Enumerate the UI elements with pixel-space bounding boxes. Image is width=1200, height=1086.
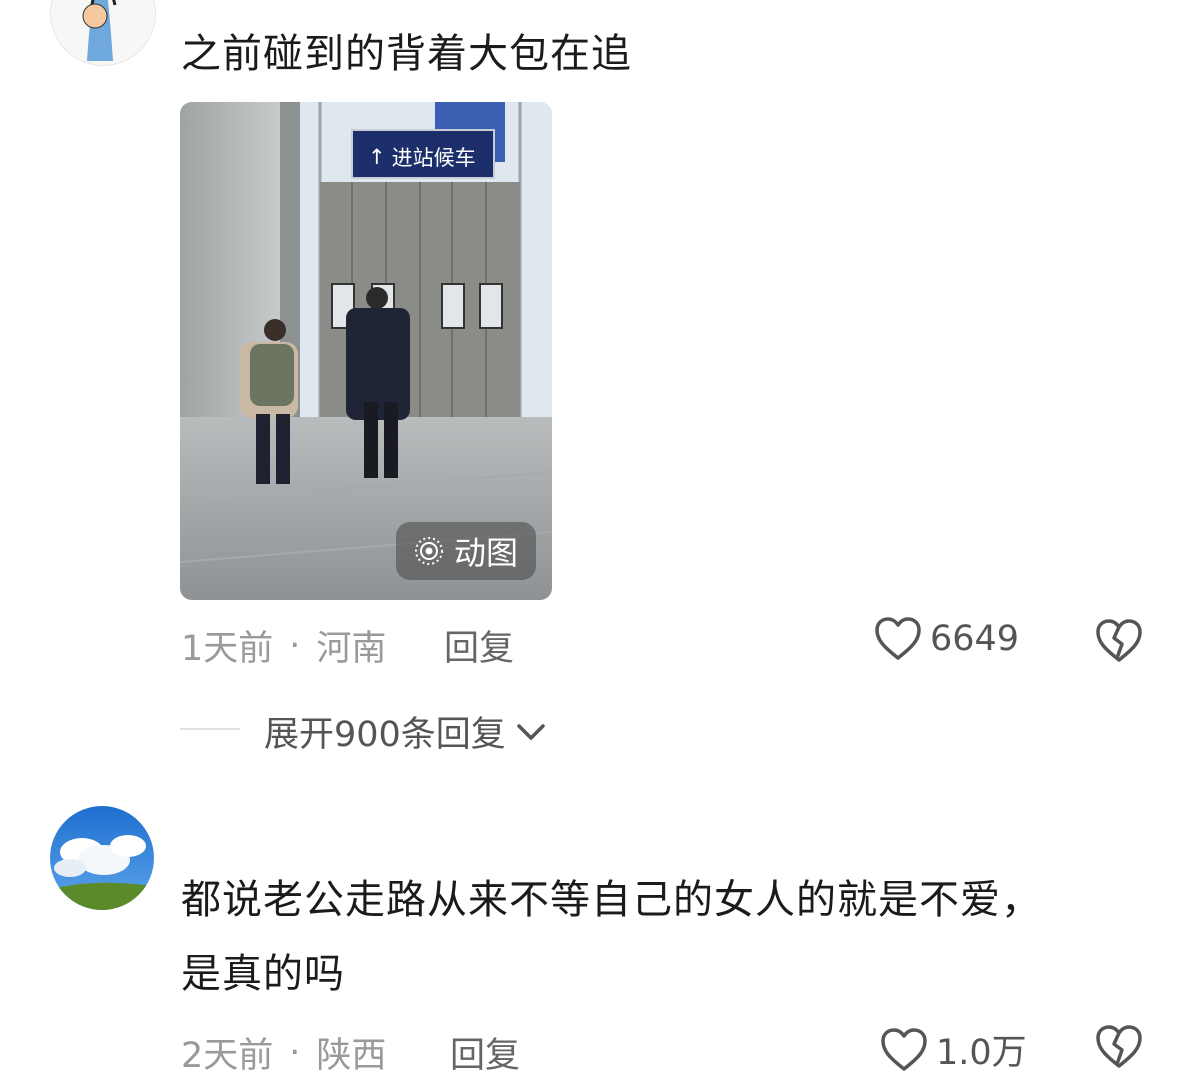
heart-outline-icon [875, 617, 921, 660]
broken-heart-icon [1096, 619, 1142, 662]
meta-separator: · [289, 625, 301, 666]
comment-meta: 2天前 · 陕西 [181, 1027, 386, 1078]
dislike-button[interactable] [1095, 1024, 1143, 1074]
divider-line [180, 728, 240, 730]
expand-replies-button[interactable]: 展开900条回复 [264, 706, 546, 757]
live-photo-icon [415, 537, 443, 565]
timestamp: 1天前 [181, 629, 274, 669]
dislike-button[interactable] [1095, 618, 1143, 668]
reply-button[interactable]: 回复 [450, 1027, 520, 1078]
location: 陕西 [316, 1036, 387, 1076]
avatar[interactable] [50, 806, 154, 910]
like-count: 1.0万 [936, 1033, 1027, 1073]
sign-text: ↑ 进站候车 [368, 145, 476, 170]
chevron-down-icon [517, 723, 545, 740]
comment-text-line-1: 都说老公走路从来不等自己的女人的就是不爱， [181, 877, 1042, 923]
like-button[interactable]: 6649 [874, 616, 1019, 662]
heart-outline-icon [881, 1027, 927, 1071]
like-count: 6649 [930, 619, 1020, 659]
animated-badge: 动图 [396, 522, 537, 580]
comment-meta: 1天前 · 河南 [181, 620, 386, 671]
broken-heart-icon [1096, 1025, 1142, 1068]
meta-separator: · [289, 1032, 301, 1073]
reply-button[interactable]: 回复 [444, 620, 514, 671]
like-button[interactable]: 1.0万 [880, 1024, 1027, 1075]
comment-image[interactable]: ↑ 进站候车 动图 [180, 102, 552, 600]
comment-text: 之前碰到的背着大包在追 [181, 31, 632, 77]
arrow-up-icon: ↑ [368, 145, 386, 169]
comment-text-line-2: 是真的吗 [181, 951, 345, 997]
timestamp: 2天前 [181, 1036, 274, 1076]
location: 河南 [316, 629, 387, 669]
avatar[interactable] [50, 0, 156, 66]
